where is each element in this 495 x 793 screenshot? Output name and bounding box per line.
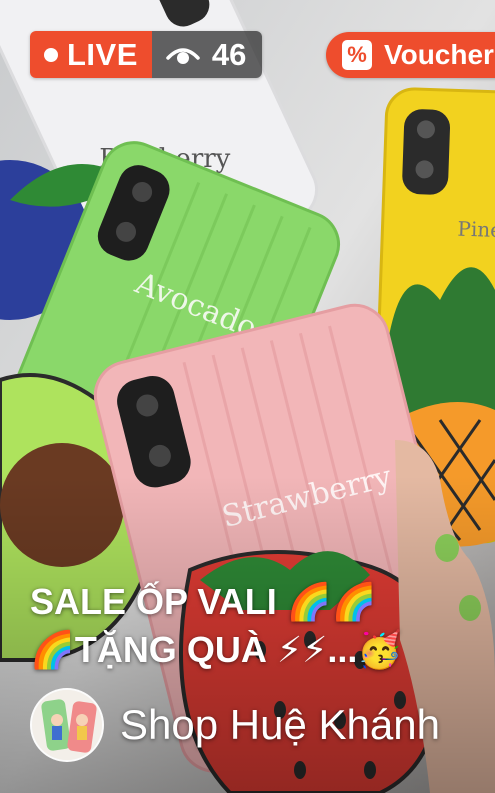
live-stream-card[interactable]: Blueberry Pinea [0,0,495,793]
avatar-image [32,690,102,760]
viewer-count: 46 [211,36,247,72]
shop-info[interactable]: Shop Huệ Khánh [30,688,440,762]
live-badge: LIVE [30,31,152,78]
stream-title: SALE ỐP VALI 🌈🌈 🌈TẶNG QUÀ ⚡⚡...🥳 [30,578,480,674]
shop-name[interactable]: Shop Huệ Khánh [120,700,440,750]
stream-title-line-2: 🌈TẶNG QUÀ ⚡⚡...🥳 [30,629,403,670]
stream-thumbnail: Blueberry Pinea [0,0,495,793]
percent-icon: % [342,40,372,70]
live-indicator: LIVE 46 [30,31,263,78]
voucher-button[interactable]: % Voucher [326,32,495,78]
live-label: LIVE [67,36,138,72]
live-dot-icon [44,47,58,62]
voucher-label: Voucher [384,39,494,70]
eye-icon [166,47,200,64]
viewer-count-badge: 46 [151,31,263,78]
stream-title-line-1: SALE ỐP VALI 🌈🌈 [30,581,377,622]
shop-avatar[interactable] [30,688,104,762]
